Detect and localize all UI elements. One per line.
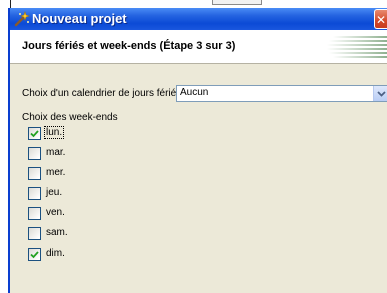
checkbox-box[interactable] [28, 207, 41, 220]
window-title: Nouveau projet [32, 11, 127, 26]
close-button[interactable]: ✕ [374, 9, 387, 29]
chevron-down-icon [377, 91, 386, 97]
header-stripes-graphic [327, 36, 387, 58]
new-project-dialog: Nouveau projet ✕ Jours fériés et week-en… [8, 8, 387, 293]
background-window-edge [0, 0, 11, 8]
holiday-calendar-value: Aucun [180, 87, 209, 98]
checkbox-box[interactable] [28, 248, 41, 261]
check-icon [30, 130, 39, 138]
checkbox-box[interactable] [28, 127, 41, 140]
title-bar[interactable]: Nouveau projet ✕ [10, 8, 387, 30]
background-window [0, 0, 387, 8]
wizard-wand-icon [14, 11, 30, 27]
holiday-calendar-label: Choix d'un calendrier de jours fériés [22, 88, 182, 99]
check-icon [30, 251, 39, 259]
holiday-calendar-select[interactable]: Aucun [176, 85, 387, 102]
checkbox-label: sam. [46, 227, 68, 238]
checkbox-label: jeu. [46, 187, 63, 198]
checkbox-label: mer. [46, 167, 66, 178]
checkbox-label: ven. [46, 207, 65, 218]
checkbox-label: mar. [46, 147, 66, 158]
background-window-tab [212, 0, 262, 5]
checkbox-box[interactable] [28, 147, 41, 160]
checkbox-label: lun. [43, 126, 65, 139]
close-icon: ✕ [375, 13, 387, 27]
dropdown-button[interactable] [373, 86, 387, 101]
checkbox-box[interactable] [28, 167, 41, 180]
checkbox-box[interactable] [28, 187, 41, 200]
step-title: Jours fériés et week-ends (Étape 3 sur 3… [22, 40, 236, 52]
weekends-label: Choix des week-ends [22, 112, 118, 123]
checkbox-box[interactable] [28, 227, 41, 240]
wizard-header: Jours fériés et week-ends (Étape 3 sur 3… [10, 30, 387, 64]
checkbox-label: dim. [46, 248, 65, 259]
